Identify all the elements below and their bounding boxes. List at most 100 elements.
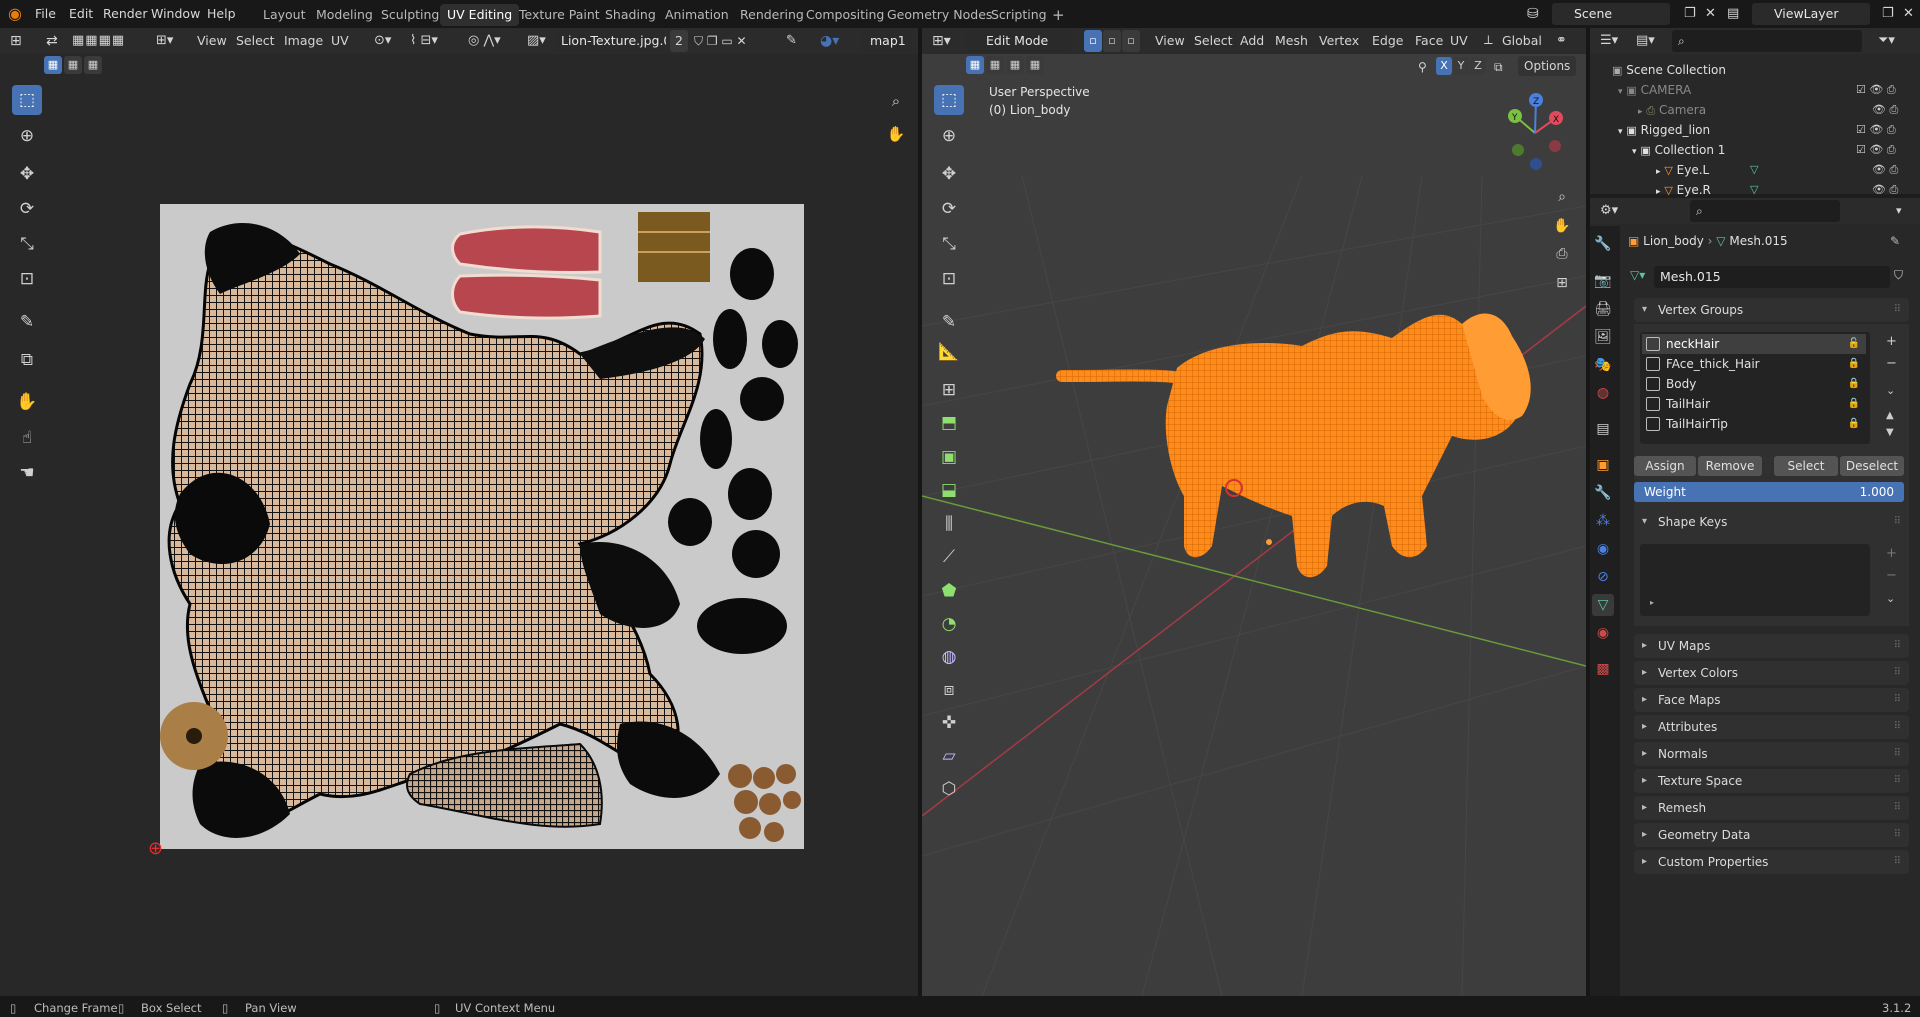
image-users-count[interactable]: 2: [670, 30, 688, 52]
face-maps-panel[interactable]: ▸ Face Maps ⠿: [1634, 688, 1909, 712]
breadcrumb-mesh[interactable]: Mesh.015: [1729, 234, 1787, 248]
properties-search-input[interactable]: [1690, 200, 1840, 222]
image-name-field[interactable]: Lion-Texture.jpg.001: [556, 30, 666, 52]
image-actions-icons[interactable]: ⛉ ❐ ▭ ✕: [694, 30, 747, 52]
assign-button[interactable]: Assign: [1634, 456, 1696, 476]
object-tab-icon[interactable]: ▣: [1592, 454, 1614, 476]
vp-move-tool-icon[interactable]: ✥: [934, 159, 964, 189]
snap-icon[interactable]: ⌇ ⊟▾: [410, 30, 438, 52]
ortho-toggle-icon[interactable]: ⊞: [1547, 268, 1577, 298]
face-select-icon[interactable]: ▫: [1122, 30, 1140, 52]
mode-dropdown[interactable]: Edit Mode: [966, 30, 1072, 52]
custom-properties-panel[interactable]: ▸ Custom Properties ⠿: [1634, 850, 1909, 874]
poly-build-tool-icon[interactable]: ⬟: [934, 576, 964, 606]
mirror-icon[interactable]: ⚲: [1418, 56, 1427, 78]
particles-tab-icon[interactable]: ⁂: [1592, 510, 1614, 532]
vertex-group-item[interactable]: neckHair 🔓: [1642, 334, 1866, 354]
tab-geometry-nodes[interactable]: Geometry Nodes: [880, 4, 999, 26]
overlays-icon[interactable]: ◕▾: [820, 30, 839, 52]
vp-rotate-tool-icon[interactable]: ⟳: [934, 194, 964, 224]
outliner-item-eye-l[interactable]: ▸ ▽ Eye.L ▽ 👁 ⎙: [1590, 160, 1920, 180]
pan-hand-icon[interactable]: ✋: [881, 119, 911, 149]
measure-tool-icon[interactable]: 📐: [934, 337, 964, 367]
menu-edit[interactable]: Edit: [69, 0, 93, 28]
vp-transform-tool-icon[interactable]: ⊡: [934, 264, 964, 294]
move-down-icon[interactable]: ▼: [1886, 427, 1894, 438]
rotate-tool-icon[interactable]: ⟳: [12, 194, 42, 224]
mirror-x-toggle[interactable]: X: [1436, 57, 1452, 75]
weight-slider[interactable]: Weight 1.000: [1634, 482, 1904, 502]
properties-options-icon[interactable]: ▾: [1896, 200, 1902, 222]
shape-keys-list[interactable]: ▸: [1640, 544, 1870, 616]
topology-icon[interactable]: ⧉: [1494, 56, 1503, 78]
menu-render[interactable]: Render: [103, 0, 148, 28]
remove-group-icon[interactable]: −: [1886, 356, 1897, 371]
material-tab-icon[interactable]: ◉: [1592, 622, 1614, 644]
outliner-item-camera[interactable]: ▸ ⎙ Camera 👁 ⎙: [1590, 100, 1920, 120]
view-layer-field[interactable]: ViewLayer: [1752, 3, 1870, 25]
data-tab-icon[interactable]: ▽: [1592, 594, 1614, 616]
move-up-icon[interactable]: ▲: [1886, 410, 1894, 421]
uv-map-field[interactable]: map1: [862, 30, 912, 52]
move-tool-icon[interactable]: ✥: [12, 159, 42, 189]
world-tab-icon[interactable]: ◍: [1592, 382, 1614, 404]
attributes-panel[interactable]: ▸ Attributes ⠿: [1634, 715, 1909, 739]
tab-sculpting[interactable]: Sculpting: [374, 4, 446, 26]
vertex-select-icon[interactable]: ▫: [1084, 30, 1102, 52]
navigation-gizmo[interactable]: Z X Y: [1500, 88, 1580, 178]
rip-region-tool-icon[interactable]: ⬡: [934, 774, 964, 804]
extrude-tool-icon[interactable]: ⬒: [934, 408, 964, 438]
outliner-search-input[interactable]: [1672, 30, 1862, 52]
shape-key-specials-icon[interactable]: ⌄: [1886, 592, 1895, 605]
tool-tab-icon[interactable]: 🔧: [1592, 233, 1614, 255]
loop-cut-tool-icon[interactable]: ⫼: [934, 509, 964, 539]
pin-icon[interactable]: ✎: [786, 30, 797, 52]
group-specials-icon[interactable]: ⌄: [1886, 384, 1895, 397]
texture-space-panel[interactable]: ▸ Texture Space ⠿: [1634, 769, 1909, 793]
proportional-edit-icon[interactable]: ◎ ⋀▾: [468, 30, 501, 52]
vp-menu-mesh[interactable]: Mesh: [1275, 30, 1308, 52]
scene-tab-icon[interactable]: 🎭: [1592, 354, 1614, 376]
vp-menu-edge[interactable]: Edge: [1372, 30, 1403, 52]
outliner-item-eye-r[interactable]: ▸ ▽ Eye.R ▽ 👁 ⎙: [1590, 180, 1920, 200]
vp-select-mode-buttons[interactable]: ▦ ▦ ▦ ▦: [966, 56, 1046, 76]
vp-menu-uv[interactable]: UV: [1450, 30, 1468, 52]
shear-tool-icon[interactable]: ▱: [934, 741, 964, 771]
camera-view-icon[interactable]: ⎙: [1547, 239, 1577, 269]
constraints-tab-icon[interactable]: ⊘: [1592, 566, 1614, 588]
view-layer-icon[interactable]: ▤: [1727, 0, 1739, 28]
scene-field[interactable]: Scene: [1552, 3, 1670, 25]
inset-tool-icon[interactable]: ▣: [934, 442, 964, 472]
normals-panel[interactable]: ▸ Normals ⠿: [1634, 742, 1909, 766]
orientation-dropdown[interactable]: Global: [1502, 30, 1542, 52]
mesh-browse-icon[interactable]: ▽▾: [1630, 268, 1645, 282]
copy-scene-icon[interactable]: ❐: [1684, 0, 1696, 28]
2d-cursor-icon[interactable]: ⊕: [148, 838, 163, 859]
mirror-y-toggle[interactable]: Y: [1453, 57, 1469, 75]
vertex-group-item[interactable]: FAce_thick_Hair 🔒: [1642, 354, 1866, 374]
filter-icon[interactable]: ⏷▾: [1878, 30, 1895, 52]
uv-menu-view[interactable]: View: [197, 30, 227, 52]
pinch-tool-icon[interactable]: ☚: [12, 458, 42, 488]
relax-tool-icon[interactable]: ☝: [12, 423, 42, 453]
uv-menu-image[interactable]: Image: [284, 30, 323, 52]
cursor-tool-icon[interactable]: ⊕: [12, 121, 42, 151]
uv-menu-select[interactable]: Select: [236, 30, 275, 52]
vp-zoom-icon[interactable]: ⌕: [1547, 182, 1577, 212]
vp-scale-tool-icon[interactable]: ⤡: [934, 229, 964, 259]
sync-selection-icon[interactable]: ⇄: [46, 30, 58, 52]
grab-tool-icon[interactable]: ✋: [12, 387, 42, 417]
sticky-select-icon[interactable]: ⊞▾: [156, 30, 173, 52]
vertex-colors-panel[interactable]: ▸ Vertex Colors ⠿: [1634, 661, 1909, 685]
delete-scene-icon[interactable]: ✕: [1705, 0, 1716, 28]
mesh-name-field[interactable]: Mesh.015: [1654, 266, 1890, 288]
outliner-item-collection-1[interactable]: ▾ ▣ Collection 1 ☑ 👁 ⎙: [1590, 140, 1920, 160]
shape-keys-panel-header[interactable]: ▾ Shape Keys ⠿: [1634, 510, 1909, 534]
bevel-tool-icon[interactable]: ⬓: [934, 475, 964, 505]
rip-tool-icon[interactable]: ⧉: [12, 345, 42, 375]
selection-mode-icon[interactable]: ▦▦▦▦: [72, 30, 125, 52]
vp-select-box-tool-icon[interactable]: ⬚: [934, 85, 964, 115]
spin-tool-icon[interactable]: ◔: [934, 609, 964, 639]
knife-tool-icon[interactable]: ⟋: [934, 542, 964, 572]
vertex-group-item[interactable]: Body 🔒: [1642, 374, 1866, 394]
